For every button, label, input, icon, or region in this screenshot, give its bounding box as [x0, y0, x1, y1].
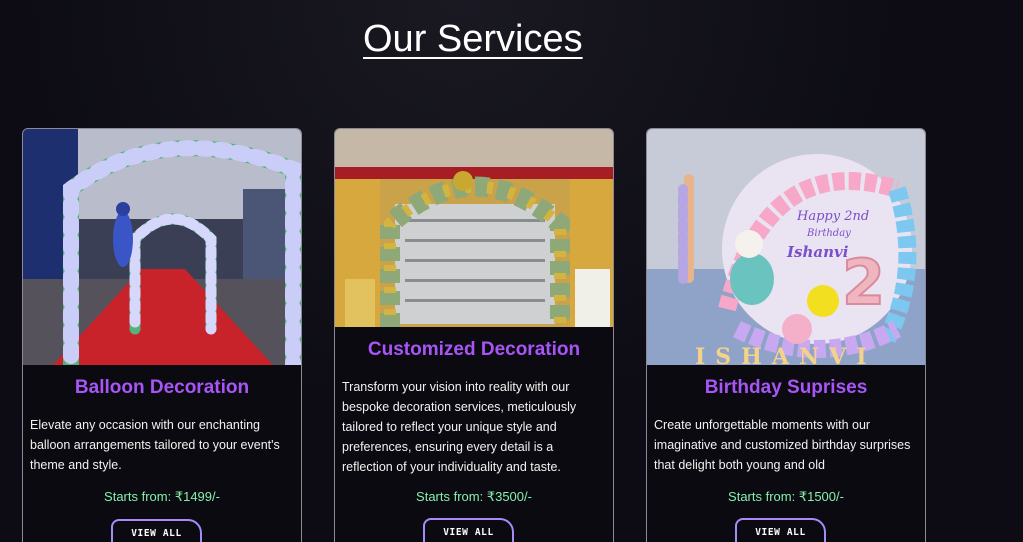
- services-section: Our Services Balloon Decoration Elevate …: [0, 0, 1023, 542]
- birthday-banner-line2: Birthday: [806, 228, 851, 239]
- service-price: Starts from: ₹1500/-: [728, 489, 844, 504]
- service-image-birthday[interactable]: Happy 2nd Birthday Ishanvi 2 ISHANVI: [647, 129, 925, 365]
- service-price: Starts from: ₹1499/-: [104, 489, 220, 504]
- service-card-birthday[interactable]: Happy 2nd Birthday Ishanvi 2 ISHANVI Bir…: [646, 128, 926, 542]
- service-description: Create unforgettable moments with our im…: [654, 418, 911, 472]
- service-title: Customized Decoration: [367, 339, 581, 360]
- birthday-banner-line3: Ishanvi: [786, 243, 849, 261]
- birthday-number-balloon: 2: [842, 246, 885, 319]
- service-price: Starts from: ₹3500/-: [416, 489, 532, 504]
- view-all-button[interactable]: VIEW ALL: [111, 519, 202, 542]
- service-image-balloon[interactable]: [23, 129, 301, 365]
- service-card-balloon[interactable]: Balloon Decoration Elevate any occasion …: [22, 128, 302, 542]
- section-title: Our Services: [363, 18, 583, 60]
- service-description: Transform your vision into reality with …: [342, 380, 577, 474]
- service-description: Elevate any occasion with our enchanting…: [30, 418, 280, 472]
- service-card-customized[interactable]: Customized Decoration Transform your vis…: [334, 128, 614, 542]
- service-title: Balloon Decoration: [74, 377, 250, 398]
- view-all-button[interactable]: VIEW ALL: [735, 518, 826, 542]
- birthday-banner-line1: Happy 2nd: [796, 209, 869, 224]
- service-image-customized[interactable]: [335, 129, 613, 327]
- service-title: Birthday Suprises: [704, 377, 868, 398]
- view-all-button[interactable]: VIEW ALL: [423, 518, 514, 542]
- marquee-letters: ISHANVI: [695, 344, 877, 365]
